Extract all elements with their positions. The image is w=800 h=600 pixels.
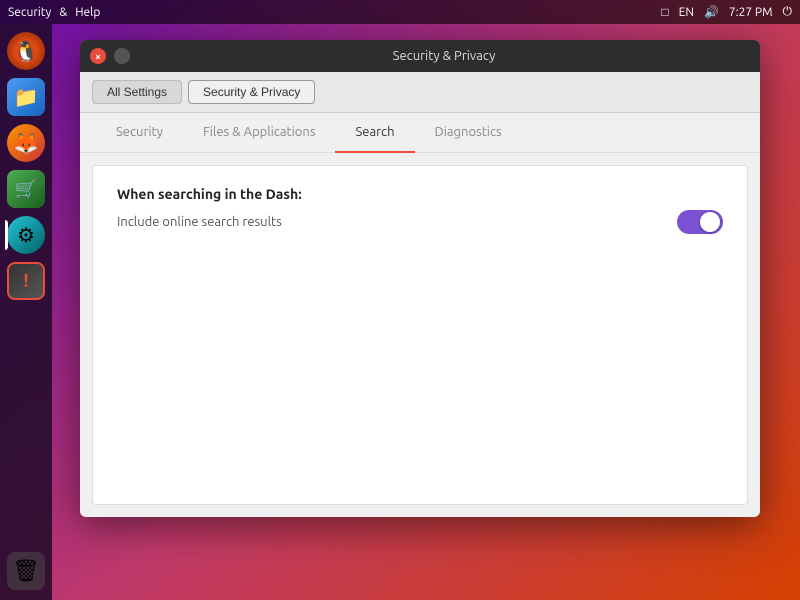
sidebar-item-firefox[interactable]: 🦊 xyxy=(5,122,47,164)
tab-diagnostics[interactable]: Diagnostics xyxy=(415,113,522,153)
display-icon[interactable]: □ xyxy=(661,5,668,19)
online-search-setting-row: Include online search results xyxy=(117,210,723,234)
software-center-icon: 🛒 xyxy=(7,170,45,208)
breadcrumb-all-settings[interactable]: All Settings xyxy=(92,80,182,104)
app-menu[interactable]: Security xyxy=(8,6,51,19)
language-indicator[interactable]: EN xyxy=(679,6,694,19)
window-minimize-button[interactable] xyxy=(114,48,130,64)
breadcrumb-security-privacy[interactable]: Security & Privacy xyxy=(188,80,315,104)
sidebar-item-ubuntu[interactable]: 🐧 xyxy=(5,30,47,72)
tab-security[interactable]: Security xyxy=(96,113,183,153)
power-icon[interactable]: ⏻ xyxy=(783,5,793,19)
sidebar-item-updater[interactable]: ! xyxy=(5,260,47,302)
sidebar-item-software-center[interactable]: 🛒 xyxy=(5,168,47,210)
sidebar: 🐧 📁 🦊 🛒 ⚙ ! 🗑 xyxy=(0,24,52,600)
updater-icon: ! xyxy=(7,262,45,300)
online-search-label: Include online search results xyxy=(117,215,282,229)
topbar: Security & Help □ EN 🔊 7:27 PM ⏻ xyxy=(0,0,800,24)
files-icon: 📁 xyxy=(7,78,45,116)
tab-search[interactable]: Search xyxy=(335,113,414,153)
sidebar-item-trash[interactable]: 🗑 xyxy=(5,550,47,592)
main-window: × Security & Privacy All Settings Securi… xyxy=(80,40,760,517)
sidebar-item-files[interactable]: 📁 xyxy=(5,76,47,118)
firefox-icon: 🦊 xyxy=(7,124,45,162)
active-indicator xyxy=(5,220,8,250)
section-title: When searching in the Dash: xyxy=(117,186,723,202)
tab-content-search: When searching in the Dash: Include onli… xyxy=(92,165,748,505)
help-menu[interactable]: Help xyxy=(75,6,100,19)
volume-icon[interactable]: 🔊 xyxy=(704,5,719,19)
online-search-toggle[interactable] xyxy=(677,210,723,234)
topbar-separator: & xyxy=(59,6,67,19)
ubuntu-logo-icon: 🐧 xyxy=(7,32,45,70)
window-title: Security & Privacy xyxy=(138,49,750,63)
settings-icon: ⚙ xyxy=(7,216,45,254)
trash-icon: 🗑 xyxy=(7,552,45,590)
breadcrumb-bar: All Settings Security & Privacy xyxy=(80,72,760,113)
sidebar-item-settings[interactable]: ⚙ xyxy=(5,214,47,256)
tab-bar: Security Files & Applications Search Dia… xyxy=(80,113,760,153)
window-titlebar: × Security & Privacy xyxy=(80,40,760,72)
tab-files-applications[interactable]: Files & Applications xyxy=(183,113,336,153)
clock[interactable]: 7:27 PM xyxy=(729,6,773,19)
window-close-button[interactable]: × xyxy=(90,48,106,64)
